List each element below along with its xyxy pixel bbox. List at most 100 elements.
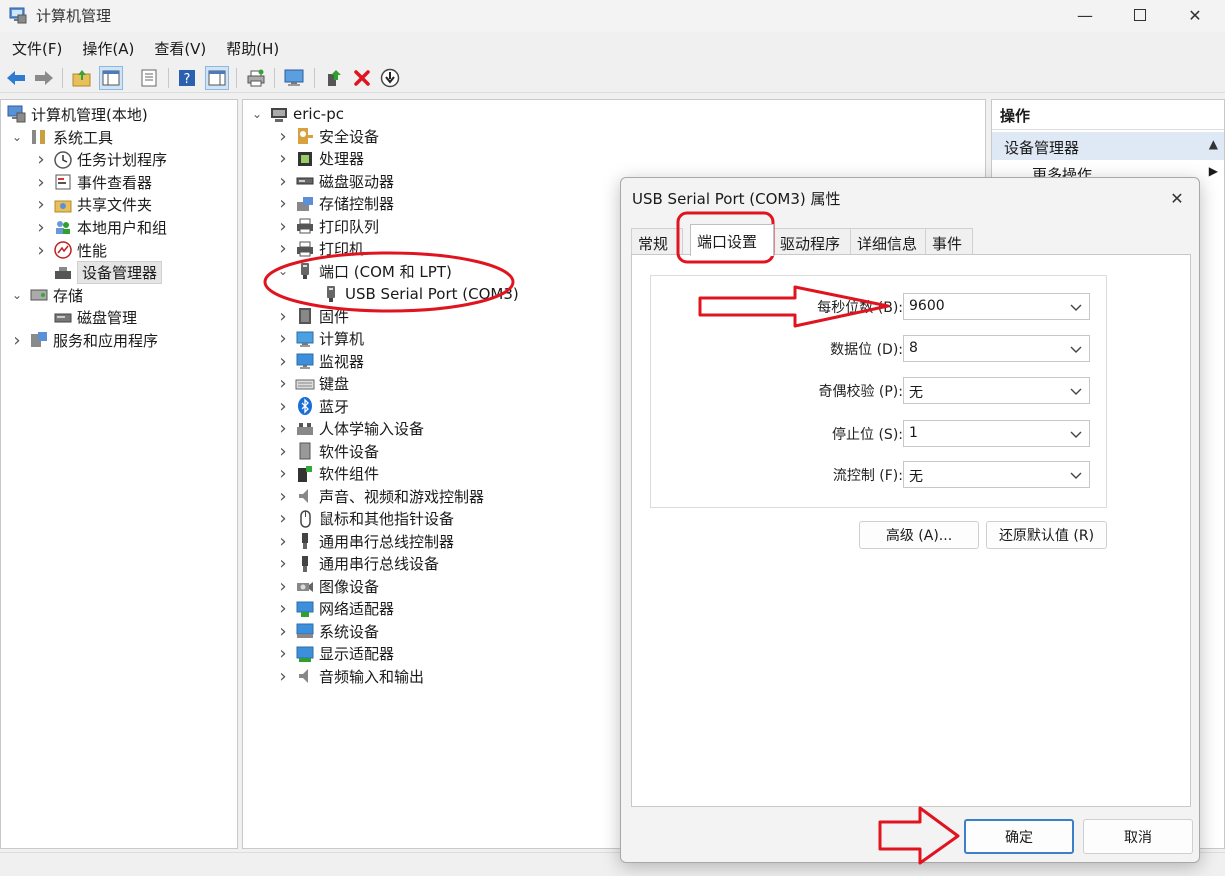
tree-item-5[interactable]: › 性能 xyxy=(35,239,107,261)
chevron-right-icon[interactable]: › xyxy=(277,328,289,349)
data-bits-select[interactable]: 8 xyxy=(903,335,1090,362)
help-button[interactable]: ? xyxy=(175,66,199,90)
print-button[interactable] xyxy=(244,66,268,90)
uninstall-device-button[interactable] xyxy=(350,66,374,90)
chevron-right-icon[interactable]: › xyxy=(35,172,47,193)
tree-item-9[interactable]: › 服务和应用程序 xyxy=(11,329,158,351)
device-category-16[interactable]: › 声音、视频和游戏控制器 xyxy=(277,485,484,507)
device-category-6[interactable]: ⌄ 端口 (COM 和 LPT) xyxy=(277,260,452,282)
chevron-right-icon[interactable]: › xyxy=(277,193,289,214)
show-action-pane-button[interactable] xyxy=(205,66,229,90)
device-category-21[interactable]: › 网络适配器 xyxy=(277,598,394,620)
chevron-right-icon[interactable]: › xyxy=(277,396,289,417)
chevron-right-icon[interactable]: › xyxy=(277,441,289,462)
device-category-1[interactable]: › 处理器 xyxy=(277,148,364,170)
chevron-right-icon[interactable]: › xyxy=(277,553,289,574)
menu-help[interactable]: 帮助(H) xyxy=(216,36,289,60)
chevron-right-icon[interactable]: › xyxy=(277,666,289,687)
device-category-4[interactable]: › 打印队列 xyxy=(277,215,379,237)
forward-button[interactable] xyxy=(32,66,56,90)
device-category-2[interactable]: › 磁盘驱动器 xyxy=(277,170,394,192)
maximize-button[interactable] xyxy=(1117,0,1163,30)
chevron-right-icon[interactable]: › xyxy=(277,643,289,664)
device-category-11[interactable]: › 键盘 xyxy=(277,373,349,395)
chevron-right-icon[interactable]: › xyxy=(277,126,289,147)
dialog-close-button[interactable]: ✕ xyxy=(1165,186,1189,210)
device-category-0[interactable]: › 安全设备 xyxy=(277,125,379,147)
stop-bits-select[interactable]: 1 xyxy=(903,420,1090,447)
device-category-8[interactable]: › 固件 xyxy=(277,305,349,327)
device-category-20[interactable]: › 图像设备 xyxy=(277,575,379,597)
device-category-18[interactable]: › 通用串行总线控制器 xyxy=(277,530,454,552)
advanced-button[interactable]: 高级 (A)... xyxy=(859,521,979,549)
device-category-15[interactable]: › 软件组件 xyxy=(277,463,379,485)
device-category-3[interactable]: › 存储控制器 xyxy=(277,193,394,215)
actions-section-device-manager[interactable]: 设备管理器 ▲ xyxy=(992,132,1224,160)
tree-item-6[interactable]: 设备管理器 xyxy=(35,261,163,285)
chevron-right-icon[interactable]: › xyxy=(35,240,47,261)
chevron-right-icon[interactable]: › xyxy=(35,149,47,170)
tree-item-1[interactable]: › 任务计划程序 xyxy=(35,149,167,171)
device-category-9[interactable]: › 计算机 xyxy=(277,328,364,350)
tab-events[interactable]: 事件 xyxy=(925,228,973,255)
tree-root[interactable]: 计算机管理(本地) xyxy=(7,103,148,125)
minimize-button[interactable]: — xyxy=(1062,0,1108,30)
properties-button[interactable] xyxy=(137,66,161,90)
device-category-22[interactable]: › 系统设备 xyxy=(277,620,379,642)
menu-file[interactable]: 文件(F) xyxy=(0,36,72,60)
chevron-right-icon[interactable]: › xyxy=(277,373,289,394)
collapse-up-icon[interactable]: ▲ xyxy=(1209,137,1218,151)
chevron-right-icon[interactable]: › xyxy=(277,463,289,484)
chevron-right-icon[interactable]: › xyxy=(277,216,289,237)
device-category-24[interactable]: › 音频输入和输出 xyxy=(277,665,424,687)
device-category-23[interactable]: › 显示适配器 xyxy=(277,643,394,665)
chevron-right-icon[interactable]: › xyxy=(35,217,47,238)
device-category-10[interactable]: › 监视器 xyxy=(277,350,364,372)
scan-computer-button[interactable] xyxy=(282,66,306,90)
scan-hardware-button[interactable] xyxy=(378,66,402,90)
chevron-right-icon[interactable]: › xyxy=(277,351,289,372)
chevron-right-icon[interactable]: › xyxy=(277,621,289,642)
chevron-right-icon[interactable]: › xyxy=(277,171,289,192)
chevron-right-icon[interactable]: › xyxy=(277,306,289,327)
tree-item-8[interactable]: 磁盘管理 xyxy=(35,307,137,329)
device-item-usb-serial-port[interactable]: USB Serial Port (COM3) xyxy=(299,283,519,305)
device-category-19[interactable]: › 通用串行总线设备 xyxy=(277,553,439,575)
tree-item-2[interactable]: › 事件查看器 xyxy=(35,171,152,193)
device-category-17[interactable]: › 鼠标和其他指针设备 xyxy=(277,508,454,530)
ok-button[interactable]: 确定 xyxy=(964,819,1074,854)
close-button[interactable]: ✕ xyxy=(1172,0,1218,30)
tree-item-0[interactable]: ⌄ 系统工具 xyxy=(11,126,113,148)
menu-action[interactable]: 操作(A) xyxy=(72,36,144,60)
tab-driver[interactable]: 驱动程序 xyxy=(773,228,851,255)
chevron-down-icon[interactable]: ⌄ xyxy=(251,107,263,121)
device-category-13[interactable]: › 人体学输入设备 xyxy=(277,418,424,440)
chevron-right-icon[interactable]: › xyxy=(277,238,289,259)
chevron-right-icon[interactable]: › xyxy=(277,508,289,529)
tab-details[interactable]: 详细信息 xyxy=(850,228,926,255)
up-one-level-button[interactable] xyxy=(70,66,94,90)
tree-item-7[interactable]: ⌄ 存储 xyxy=(11,284,83,306)
chevron-right-icon[interactable]: › xyxy=(277,531,289,552)
back-button[interactable] xyxy=(4,66,28,90)
show-hide-tree-button[interactable] xyxy=(99,66,123,90)
cancel-button[interactable]: 取消 xyxy=(1083,819,1193,854)
tree-item-3[interactable]: › 共享文件夹 xyxy=(35,194,152,216)
chevron-right-icon[interactable]: › xyxy=(11,330,23,351)
chevron-down-icon[interactable]: ⌄ xyxy=(11,288,23,302)
restore-defaults-button[interactable]: 还原默认值 (R) xyxy=(986,521,1107,549)
chevron-right-icon[interactable]: › xyxy=(277,576,289,597)
device-tree-root[interactable]: ⌄ eric-pc xyxy=(251,103,344,125)
device-category-12[interactable]: › 蓝牙 xyxy=(277,395,349,417)
chevron-right-icon[interactable]: › xyxy=(35,194,47,215)
chevron-right-icon[interactable]: › xyxy=(277,418,289,439)
chevron-right-icon[interactable]: › xyxy=(277,486,289,507)
device-category-14[interactable]: › 软件设备 xyxy=(277,440,379,462)
flow-control-select[interactable]: 无 xyxy=(903,461,1090,488)
chevron-right-icon[interactable]: › xyxy=(277,598,289,619)
chevron-down-icon[interactable]: ⌄ xyxy=(11,130,23,144)
bits-per-second-select[interactable]: 9600 xyxy=(903,293,1090,320)
tab-port-settings[interactable]: 端口设置 xyxy=(690,224,774,256)
tree-item-4[interactable]: › 本地用户和组 xyxy=(35,216,167,238)
device-category-5[interactable]: › 打印机 xyxy=(277,238,364,260)
